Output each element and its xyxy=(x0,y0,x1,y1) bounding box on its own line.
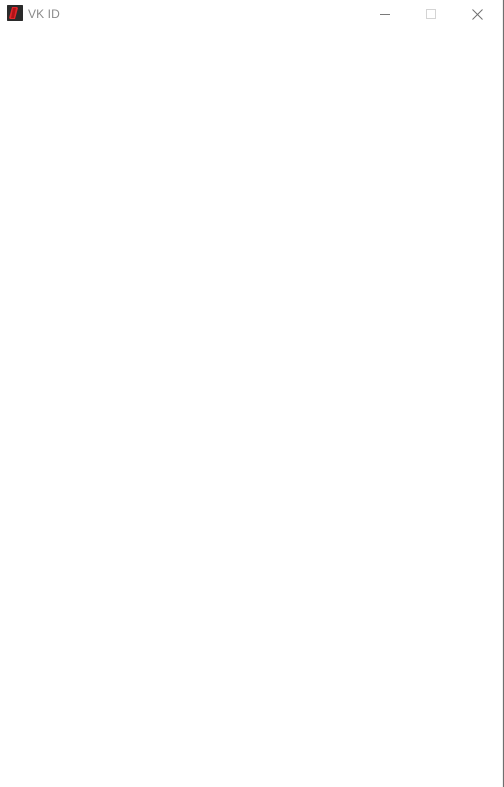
vk-id-app-icon[interactable] xyxy=(7,5,23,21)
maximize-icon xyxy=(426,9,436,19)
window-content-area xyxy=(0,28,502,787)
minimize-button[interactable] xyxy=(362,0,408,28)
window-title: VK ID xyxy=(28,7,60,21)
minimize-icon xyxy=(380,9,390,19)
title-bar[interactable]: VK ID xyxy=(0,0,502,28)
close-icon xyxy=(471,8,483,20)
app-window: VK ID xyxy=(0,0,504,787)
maximize-button[interactable] xyxy=(408,0,454,28)
close-button[interactable] xyxy=(454,0,500,28)
window-controls xyxy=(362,0,500,28)
